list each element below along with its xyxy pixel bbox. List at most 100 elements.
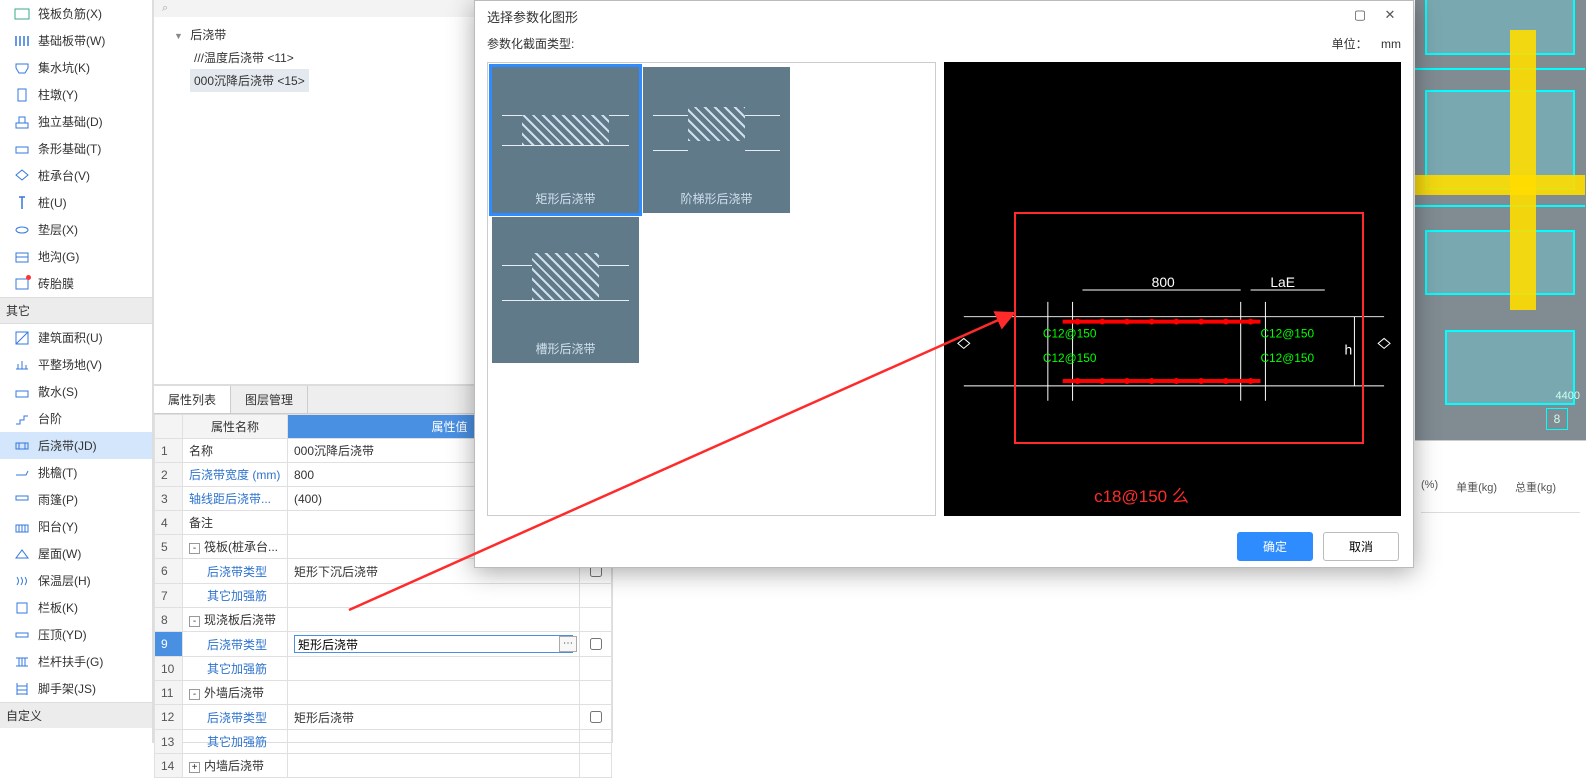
nav-item-baowenceng[interactable]: 保温层(H) [0, 567, 152, 594]
nav-item-jichubandai[interactable]: 基础板带(W) [0, 27, 152, 54]
prop-name-cell: -外墙后浇带 [183, 681, 288, 705]
nav-item-tiaoxingjichu[interactable]: 条形基础(T) [0, 135, 152, 162]
coping-icon [14, 627, 30, 643]
nav-label: 条形基础(T) [38, 140, 101, 157]
tree-child-2[interactable]: 000沉降后浇带 <15> [190, 69, 309, 92]
prop-row-number: 13 [155, 730, 183, 754]
nav-item-taijie[interactable]: 台阶 [0, 405, 152, 432]
prop-value-cell[interactable] [288, 681, 580, 705]
prop-row-number: 6 [155, 559, 183, 584]
prop-row[interactable]: 7其它加强筋 [155, 584, 612, 608]
nav-label: 挑檐(T) [38, 464, 77, 481]
pilecap-icon [14, 168, 30, 184]
sidebar: 筏板负筋(X) 基础板带(W) 集水坑(K) 柱墩(Y) 独立基础(D) 条形基… [0, 0, 153, 743]
param-shape-dialog: 选择参数化图形 ▢ ✕ 参数化截面类型: 单位： mm 矩形后浇带 [474, 0, 1414, 568]
prop-row[interactable]: 9后浇带类型⋯ [155, 632, 612, 657]
dialog-title: 选择参数化图形 [487, 7, 1345, 26]
nav-label: 集水坑(K) [38, 59, 90, 76]
nav-label: 筏板负筋(X) [38, 5, 102, 22]
nav-item-sanshui[interactable]: 散水(S) [0, 378, 152, 405]
annotation-box [1014, 212, 1364, 444]
row-expander[interactable]: - [189, 543, 200, 554]
nav-label: 台阶 [38, 410, 62, 427]
prop-extra-cell [580, 754, 612, 778]
prop-value-picker-button[interactable]: ⋯ [559, 636, 577, 652]
prop-row-number: 9 [155, 632, 183, 657]
tree-child-1[interactable]: ///温度后浇带 <11> [190, 46, 298, 69]
prop-value-cell[interactable] [288, 608, 580, 632]
nav-item-jiaoshoujia[interactable]: 脚手架(JS) [0, 675, 152, 702]
prop-row[interactable]: 12后浇带类型矩形后浇带 [155, 705, 612, 730]
nav-item-wumian[interactable]: 屋面(W) [0, 540, 152, 567]
nav-item-fabanfujin[interactable]: 筏板负筋(X) [0, 0, 152, 27]
nav-item-zhuangchengtai[interactable]: 桩承台(V) [0, 162, 152, 189]
pit-icon [14, 60, 30, 76]
nav-item-yangtai[interactable]: 阳台(Y) [0, 513, 152, 540]
thumb-step[interactable]: 阶梯形后浇带 [643, 67, 790, 213]
dialog-footer: 确定 取消 [475, 528, 1413, 571]
prop-row[interactable]: 11-外墙后浇带 [155, 681, 612, 705]
nav-item-jishuikeng[interactable]: 集水坑(K) [0, 54, 152, 81]
prop-row[interactable]: 10其它加强筋 [155, 657, 612, 681]
prop-value-cell[interactable] [288, 730, 580, 754]
nav-item-digou[interactable]: 地沟(G) [0, 243, 152, 270]
nav-item-zhuantaimou[interactable]: 砖胎膜 [0, 270, 152, 297]
parapet-icon [14, 600, 30, 616]
prop-name-cell: 其它加强筋 [183, 584, 288, 608]
prop-row[interactable]: 8-现浇板后浇带 [155, 608, 612, 632]
window-close-icon[interactable]: ✕ [1375, 5, 1405, 27]
prop-row-checkbox[interactable] [590, 638, 602, 650]
row-expander[interactable]: - [189, 616, 200, 627]
thumb-label: 矩形后浇带 [535, 184, 595, 213]
nav-item-lanban[interactable]: 栏板(K) [0, 594, 152, 621]
sidebar-group-title-custom: 自定义 [0, 702, 152, 728]
railing-icon [14, 654, 30, 670]
prop-name-cell: -现浇板后浇带 [183, 608, 288, 632]
tree-root[interactable]: 后浇带 [170, 23, 230, 46]
nav-item-tiaoyán[interactable]: 挑檐(T) [0, 459, 152, 486]
nav-item-langanfushou[interactable]: 栏杆扶手(G) [0, 648, 152, 675]
prop-value-cell[interactable]: 矩形后浇带 [288, 705, 580, 730]
thumb-slot[interactable]: 槽形后浇带 [492, 217, 639, 363]
prop-name-cell: 后浇带类型 [183, 705, 288, 730]
prop-value-cell[interactable] [288, 754, 580, 778]
nav-item-yupeng[interactable]: 雨篷(P) [0, 486, 152, 513]
prop-value-cell[interactable] [288, 584, 580, 608]
window-maximize-icon[interactable]: ▢ [1345, 5, 1375, 27]
nav-item-zhuang[interactable]: 桩(U) [0, 189, 152, 216]
ok-button[interactable]: 确定 [1237, 532, 1313, 561]
pile-icon [14, 195, 30, 211]
row-expander[interactable]: - [189, 689, 200, 700]
nav-label: 保温层(H) [38, 572, 91, 589]
prop-row-checkbox[interactable] [590, 711, 602, 723]
nav-item-houjiaodai[interactable]: 后浇带(JD) [0, 432, 152, 459]
prop-value-input[interactable] [294, 635, 573, 653]
prop-extra-cell [580, 632, 612, 657]
tab-properties[interactable]: 属性列表 [154, 386, 231, 413]
thumb-rect[interactable]: 矩形后浇带 [492, 67, 639, 213]
prop-row[interactable]: 13其它加强筋 [155, 730, 612, 754]
new-badge-dot [26, 275, 31, 280]
col-totalweight: 总重(kg) [1515, 479, 1556, 495]
nav-item-dulizichu[interactable]: 独立基础(D) [0, 108, 152, 135]
nav-item-jianzhumianji[interactable]: 建筑面积(U) [0, 324, 152, 351]
nav-label: 压顶(YD) [38, 626, 87, 643]
nav-label: 桩(U) [38, 194, 67, 211]
tab-layers[interactable]: 图层管理 [231, 386, 308, 413]
nav-item-dianceng[interactable]: 垫层(X) [0, 216, 152, 243]
dialog-titlebar[interactable]: 选择参数化图形 ▢ ✕ [475, 1, 1413, 31]
nav-item-pingzhengchang[interactable]: 平整场地(V) [0, 351, 152, 378]
prop-name-cell: +内墙后浇带 [183, 754, 288, 778]
drawing-canvas[interactable]: 4400 8 [1415, 0, 1586, 440]
prop-value-cell[interactable]: ⋯ [288, 632, 580, 657]
row-expander[interactable]: + [189, 762, 200, 773]
cancel-button[interactable]: 取消 [1323, 532, 1399, 561]
thumbnail-panel: 矩形后浇带 阶梯形后浇带 槽形后浇带 [487, 62, 936, 516]
nav-item-zhudun[interactable]: 柱墩(Y) [0, 81, 152, 108]
pier-icon [14, 87, 30, 103]
prop-name-cell: 轴线距后浇带... [183, 487, 288, 511]
nav-item-yading[interactable]: 压顶(YD) [0, 621, 152, 648]
prop-row[interactable]: 14+内墙后浇带 [155, 754, 612, 778]
prop-value-cell[interactable] [288, 657, 580, 681]
prop-name-cell: 名称 [183, 439, 288, 463]
